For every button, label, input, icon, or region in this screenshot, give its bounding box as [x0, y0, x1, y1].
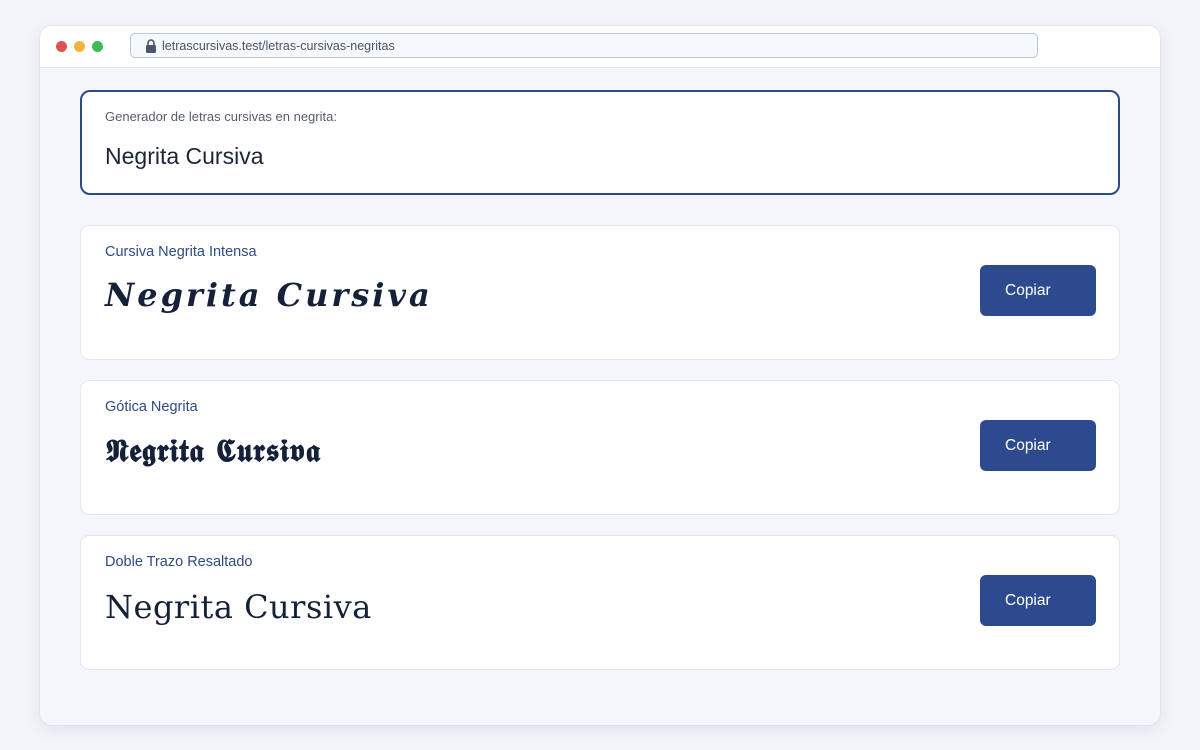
- result-card-cursiva-negrita-intensa: Cursiva Negrita Intensa 𝑵𝒆𝒈𝒓𝒊𝒕𝒂 𝑪𝒖𝒓𝒔𝒊𝒗𝒂 …: [80, 225, 1120, 360]
- result-title: Doble Trazo Resaltado: [105, 554, 253, 570]
- result-text: 𝕹𝖊𝖌𝖗𝖎𝖙𝖆 𝕮𝖚𝖗𝖘𝖎𝖛𝖆: [105, 433, 321, 469]
- browser-window: letrascursivas.test/letras-cursivas-negr…: [40, 26, 1160, 725]
- browser-titlebar: letrascursivas.test/letras-cursivas-negr…: [40, 26, 1160, 68]
- copy-button[interactable]: Copiar: [980, 420, 1096, 471]
- generator-input-card[interactable]: Generador de letras cursivas en negrita:…: [80, 90, 1120, 195]
- lock-icon: [146, 39, 156, 53]
- url-text: letrascursivas.test/letras-cursivas-negr…: [162, 39, 395, 53]
- address-bar[interactable]: letrascursivas.test/letras-cursivas-negr…: [130, 33, 1038, 58]
- maximize-window-button[interactable]: [92, 41, 103, 52]
- generator-input-label: Generador de letras cursivas en negrita:: [105, 109, 337, 124]
- generator-input-field[interactable]: Negrita Cursiva: [105, 143, 264, 170]
- result-title: Cursiva Negrita Intensa: [105, 244, 257, 260]
- minimize-window-button[interactable]: [74, 41, 85, 52]
- result-text: 𝑵𝒆𝒈𝒓𝒊𝒕𝒂 𝑪𝒖𝒓𝒔𝒊𝒗𝒂: [105, 276, 433, 314]
- result-card-gotica-negrita: Gótica Negrita 𝕹𝖊𝖌𝖗𝖎𝖙𝖆 𝕮𝖚𝖗𝖘𝖎𝖛𝖆 Copiar: [80, 380, 1120, 515]
- result-card-doble-trazo-resaltado: Doble Trazo Resaltado Negrita Cursiva Co…: [80, 535, 1120, 670]
- result-title: Gótica Negrita: [105, 399, 198, 415]
- copy-button[interactable]: Copiar: [980, 265, 1096, 316]
- result-text: Negrita Cursiva: [105, 588, 372, 626]
- copy-button[interactable]: Copiar: [980, 575, 1096, 626]
- close-window-button[interactable]: [56, 41, 67, 52]
